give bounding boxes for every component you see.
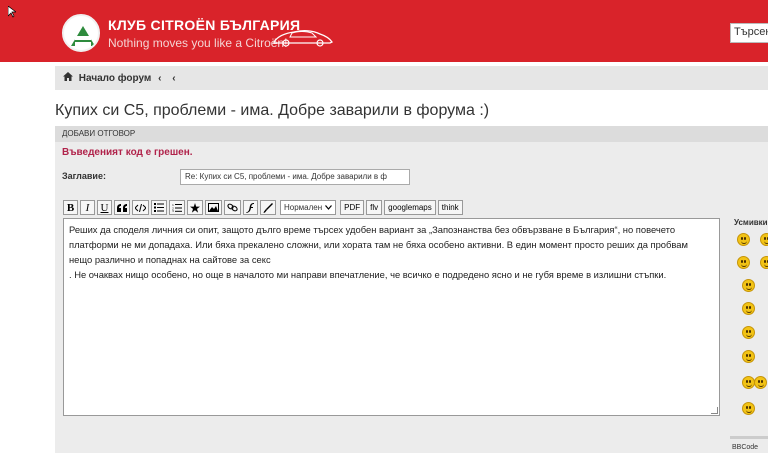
site-header: КЛУБ CITROËN БЪЛГАРИЯ Nothing moves you … [0,0,768,62]
car-icon [273,30,333,47]
resize-handle[interactable] [711,407,718,414]
search-input[interactable]: Търсене [730,23,768,43]
message-line: . Не очаквах нищо особено, но още в нача… [69,269,667,280]
smiley-icon[interactable] [760,233,768,246]
quote-icon[interactable] [114,200,130,215]
italic-button[interactable]: I [80,200,95,215]
message-textarea[interactable]: Реших да споделя личния си опит, защото … [63,218,720,416]
smiley-icon[interactable] [742,402,755,415]
breadcrumb-separator: ‹ [172,73,176,84]
breadcrumb: Начало форум ‹ ‹ [55,66,768,90]
smilies-scrollbar[interactable] [730,436,768,439]
smiley-icon[interactable] [754,376,767,389]
bbcode-toolbar: B I U 123 Нормален PDF flv googlemaps th… [63,200,463,215]
bulleted-list-icon[interactable] [151,200,167,215]
message-line: платформи не ми допадаха. Или бяха прека… [69,239,688,250]
googlemaps-button[interactable]: googlemaps [384,200,436,215]
font-size-select[interactable]: Нормален [280,200,337,215]
svg-text:3: 3 [172,209,174,212]
link-icon[interactable] [224,200,241,215]
think-button[interactable]: think [437,200,463,215]
pdf-button[interactable]: PDF [340,200,365,215]
smiley-icon[interactable] [742,350,755,363]
image-icon[interactable] [205,200,222,215]
home-icon[interactable] [63,72,73,84]
font-size-value: Нормален [284,203,323,212]
breadcrumb-home-link[interactable]: Начало форум [79,73,152,84]
subject-label: Заглавие: [62,171,106,181]
smiley-icon[interactable] [737,233,750,246]
reply-panel: ДОБАВИ ОТГОВОР Въведеният код е грешен. … [55,126,768,453]
smiley-icon[interactable] [742,302,755,315]
subject-input[interactable]: Re: Купих си С5, проблеми - има. Добре з… [180,169,410,185]
flash-icon[interactable] [243,200,258,215]
chevron-down-icon [325,205,333,210]
smilies-panel: Усмивки [732,216,768,436]
page-title[interactable]: Купих си С5, проблеми - има. Добре завар… [55,102,489,120]
smiley-icon[interactable] [742,279,755,292]
code-icon[interactable] [132,200,149,215]
reply-panel-header: ДОБАВИ ОТГОВОР [55,126,768,142]
bold-button[interactable]: B [63,200,78,215]
star-icon[interactable] [187,200,203,215]
message-line: нещо различно и попаднах на сайтове за с… [69,254,271,265]
citroen-logo-icon[interactable] [62,14,100,52]
smiley-icon[interactable] [742,326,755,339]
color-picker-icon[interactable] [260,200,276,215]
bbcode-label[interactable]: BBCode [732,444,758,451]
message-line: Реших да споделя личния си опит, защото … [69,224,676,235]
smiley-icon[interactable] [737,256,750,269]
smilies-label: Усмивки [734,218,768,227]
numbered-list-icon[interactable]: 123 [169,200,185,215]
error-message: Въведеният код е грешен. [62,147,193,158]
underline-button[interactable]: U [97,200,112,215]
smiley-icon[interactable] [760,256,768,269]
breadcrumb-separator: ‹ [158,73,162,84]
flv-button[interactable]: flv [366,200,383,215]
brand-tagline: Nothing moves you like a Citroën! [108,36,288,50]
